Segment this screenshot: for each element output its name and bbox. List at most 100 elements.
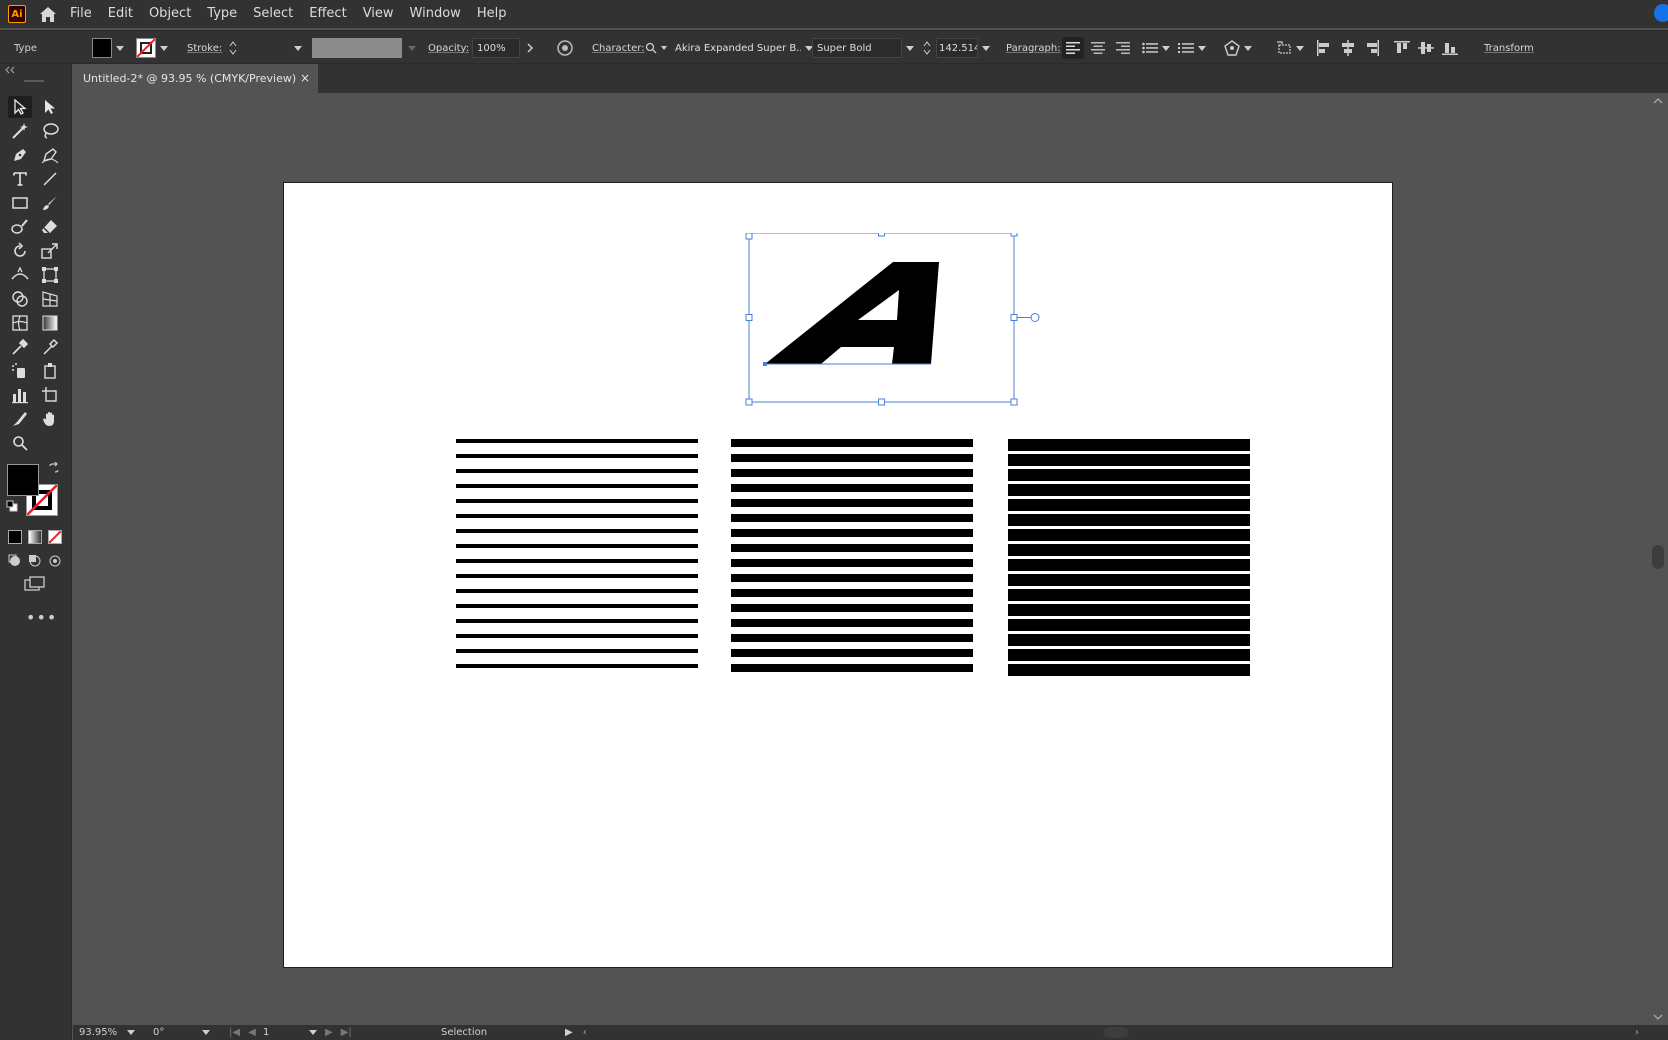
- more-tools-icon[interactable]: •••: [26, 608, 56, 627]
- width-tool[interactable]: [8, 264, 32, 286]
- artboard[interactable]: A: [283, 182, 1393, 968]
- color-mode-none[interactable]: [48, 530, 62, 544]
- artboard-tool[interactable]: [38, 384, 62, 406]
- chevron-down-icon[interactable]: [1162, 45, 1170, 51]
- default-fill-stroke-icon[interactable]: [6, 500, 18, 512]
- symbol-sprayer-tool[interactable]: [8, 360, 32, 382]
- align-right-edges-icon[interactable]: [1364, 40, 1380, 56]
- font-style-field[interactable]: Super Bold: [812, 38, 902, 58]
- stripe-block-thick[interactable]: [1008, 439, 1250, 679]
- type-tool[interactable]: [8, 168, 32, 190]
- panel-grip[interactable]: [24, 80, 44, 82]
- search-icon[interactable]: [645, 42, 657, 54]
- gradient-tool[interactable]: [38, 312, 62, 334]
- paragraph-label[interactable]: Paragraph:: [1006, 43, 1061, 54]
- lasso-tool[interactable]: [38, 120, 62, 142]
- font-size-input[interactable]: 142.514 p: [936, 38, 978, 58]
- chevron-right-icon[interactable]: [526, 42, 534, 54]
- selection-handle-mr[interactable]: [1010, 314, 1018, 321]
- scroll-right-icon[interactable]: ›: [1635, 1027, 1639, 1038]
- numbered-list-icon[interactable]: [1178, 42, 1194, 54]
- opacity-input[interactable]: 100%: [472, 38, 520, 58]
- scroll-left-icon[interactable]: ‹: [583, 1027, 587, 1038]
- rotation-value[interactable]: 0°: [153, 1027, 164, 1038]
- bullet-list-icon[interactable]: [1142, 42, 1158, 54]
- collapse-panel-icon[interactable]: [4, 66, 16, 74]
- rotate-tool[interactable]: [8, 240, 32, 262]
- selection-handle-ml[interactable]: [745, 314, 753, 321]
- menu-edit[interactable]: Edit: [100, 0, 141, 28]
- screen-mode-icon[interactable]: [24, 576, 46, 592]
- align-left-edges-icon[interactable]: [1316, 40, 1332, 56]
- chevron-down-icon[interactable]: [202, 1030, 211, 1035]
- artboard-column-graph-tool[interactable]: [38, 360, 62, 382]
- chevron-down-icon[interactable]: [1296, 45, 1304, 51]
- chevron-down-icon[interactable]: [982, 45, 990, 51]
- fill-color-front[interactable]: [7, 464, 39, 496]
- stripe-block-medium[interactable]: [731, 439, 973, 672]
- text-threading-port[interactable]: [1030, 313, 1040, 322]
- paintbrush-tool[interactable]: [38, 192, 62, 214]
- vertical-scroll-thumb[interactable]: [1652, 545, 1664, 569]
- eyedropper-tool[interactable]: [8, 336, 32, 358]
- swap-fill-stroke-icon[interactable]: [48, 462, 60, 474]
- stroke-swatch[interactable]: [136, 38, 156, 58]
- artboard-number[interactable]: 1: [263, 1027, 269, 1038]
- character-label[interactable]: Character:: [592, 43, 645, 54]
- color-mode-gradient[interactable]: [28, 530, 42, 544]
- align-left-button[interactable]: [1062, 37, 1084, 59]
- stroke-weight-input[interactable]: [242, 38, 290, 58]
- stripe-block-thin[interactable]: [456, 439, 698, 669]
- mesh-tool[interactable]: [8, 312, 32, 334]
- first-artboard-icon[interactable]: |◀: [229, 1027, 240, 1038]
- document-tab[interactable]: Untitled-2* @ 93.95 % (CMYK/Preview) ×: [73, 64, 318, 93]
- account-badge-icon[interactable]: [1654, 4, 1668, 22]
- chevron-down-icon[interactable]: [160, 45, 168, 51]
- shape-builder-tool[interactable]: [8, 288, 32, 310]
- color-mode-color[interactable]: [8, 530, 22, 544]
- variable-width-profile[interactable]: [312, 38, 402, 58]
- draw-inside-icon[interactable]: [48, 554, 62, 568]
- align-bottom-edges-icon[interactable]: [1442, 40, 1458, 56]
- stepper-icon[interactable]: [228, 40, 238, 56]
- previous-artboard-icon[interactable]: ◀: [248, 1027, 256, 1038]
- chevron-down-icon[interactable]: [294, 45, 302, 51]
- chevron-down-icon[interactable]: [127, 1030, 136, 1035]
- align-to-selection-icon[interactable]: [1276, 41, 1292, 55]
- column-graph-tool[interactable]: [8, 384, 32, 406]
- draw-behind-icon[interactable]: [28, 554, 42, 568]
- scroll-down-icon[interactable]: [1653, 1013, 1663, 1021]
- slice-tool[interactable]: [8, 408, 32, 430]
- rectangle-tool[interactable]: [8, 192, 32, 214]
- selection-handle-tl[interactable]: [745, 233, 753, 240]
- selection-handle-bl[interactable]: [745, 398, 753, 406]
- selection-handle-tr[interactable]: [1010, 233, 1018, 237]
- menu-object[interactable]: Object: [141, 0, 199, 28]
- selection-handle-bc[interactable]: [878, 398, 885, 406]
- line-segment-tool[interactable]: [38, 168, 62, 190]
- align-right-button[interactable]: [1112, 37, 1134, 59]
- hand-tool[interactable]: [38, 408, 62, 430]
- align-center-button[interactable]: [1087, 37, 1109, 59]
- shaper-tool[interactable]: [8, 216, 32, 238]
- align-top-edges-icon[interactable]: [1394, 40, 1410, 56]
- selection-handle-tc[interactable]: [878, 233, 885, 237]
- curvature-tool[interactable]: [38, 144, 62, 166]
- chevron-down-icon[interactable]: [116, 45, 124, 51]
- stroke-label[interactable]: Stroke:: [187, 43, 222, 54]
- home-button[interactable]: [34, 0, 62, 28]
- menu-file[interactable]: File: [62, 0, 100, 28]
- vertical-scrollbar[interactable]: [1648, 93, 1668, 1028]
- align-vertical-center-icon[interactable]: [1418, 40, 1434, 56]
- magic-wand-tool[interactable]: [8, 120, 32, 142]
- draw-normal-icon[interactable]: [8, 554, 22, 568]
- menu-help[interactable]: Help: [469, 0, 515, 28]
- menu-type[interactable]: Type: [199, 0, 245, 28]
- chevron-down-icon[interactable]: [661, 46, 667, 50]
- menu-effect[interactable]: Effect: [301, 0, 354, 28]
- pen-tool[interactable]: [8, 144, 32, 166]
- status-menu-arrow-icon[interactable]: ▶: [565, 1027, 573, 1038]
- shape-mode-icon[interactable]: [1224, 40, 1240, 56]
- recolor-artwork-icon[interactable]: [556, 39, 574, 57]
- chevron-down-icon[interactable]: [1198, 45, 1206, 51]
